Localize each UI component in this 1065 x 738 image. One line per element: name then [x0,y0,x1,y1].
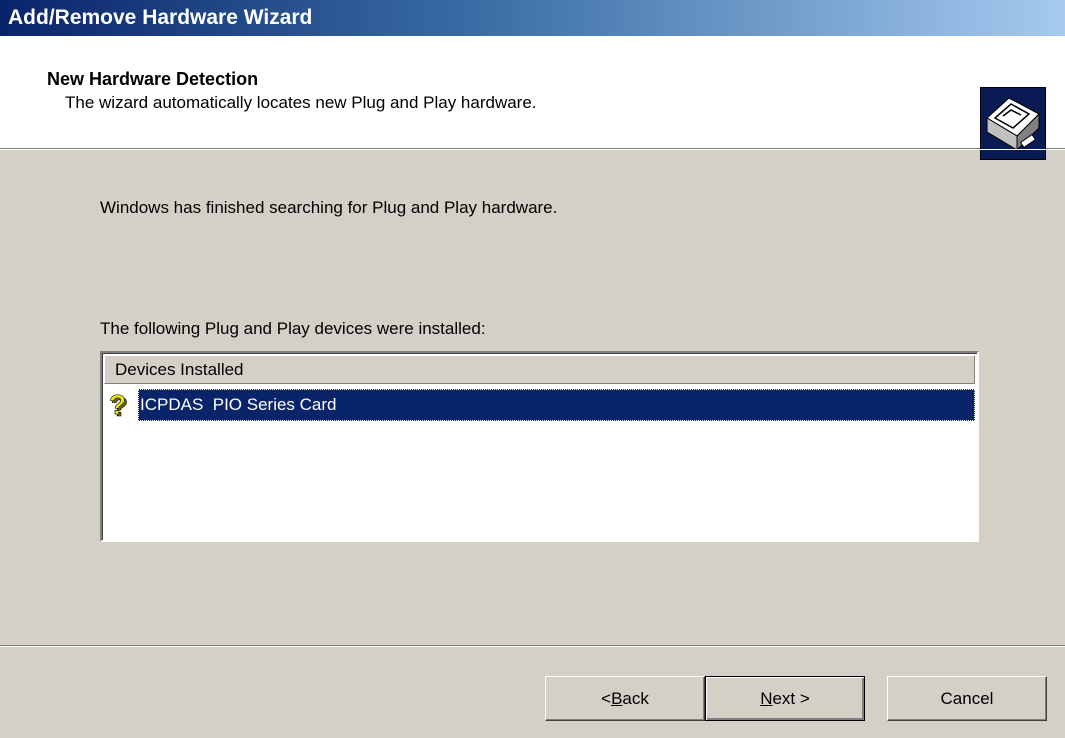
cancel-button[interactable]: Cancel [887,676,1047,721]
footer-divider [0,645,1065,647]
hardware-card-icon [980,87,1046,160]
window-title: Add/Remove Hardware Wizard [8,6,313,29]
page-title: New Hardware Detection [47,69,259,89]
devices-list-label: The following Plug and Play devices were… [100,319,486,338]
column-header-devices-installed[interactable]: Devices Installed [104,355,975,384]
devices-installed-list[interactable]: Devices Installed ? ? ICPDAS PIO Series … [100,351,979,542]
list-item-label: ICPDAS PIO Series Card [138,389,975,421]
page-subtitle: The wizard automatically locates new Plu… [65,93,537,112]
search-finished-text: Windows has finished searching for Plug … [100,198,558,217]
unknown-device-icon: ? ? [104,389,138,421]
back-button[interactable]: < Back [545,676,705,721]
title-bar[interactable]: Add/Remove Hardware Wizard [0,0,1065,36]
wizard-header: New Hardware Detection The wizard automa… [0,36,1065,160]
next-button[interactable]: Next > [705,676,865,721]
svg-text:?: ? [109,391,126,419]
column-header-label: Devices Installed [115,359,244,379]
list-item[interactable]: ? ? ICPDAS PIO Series Card [104,389,975,421]
